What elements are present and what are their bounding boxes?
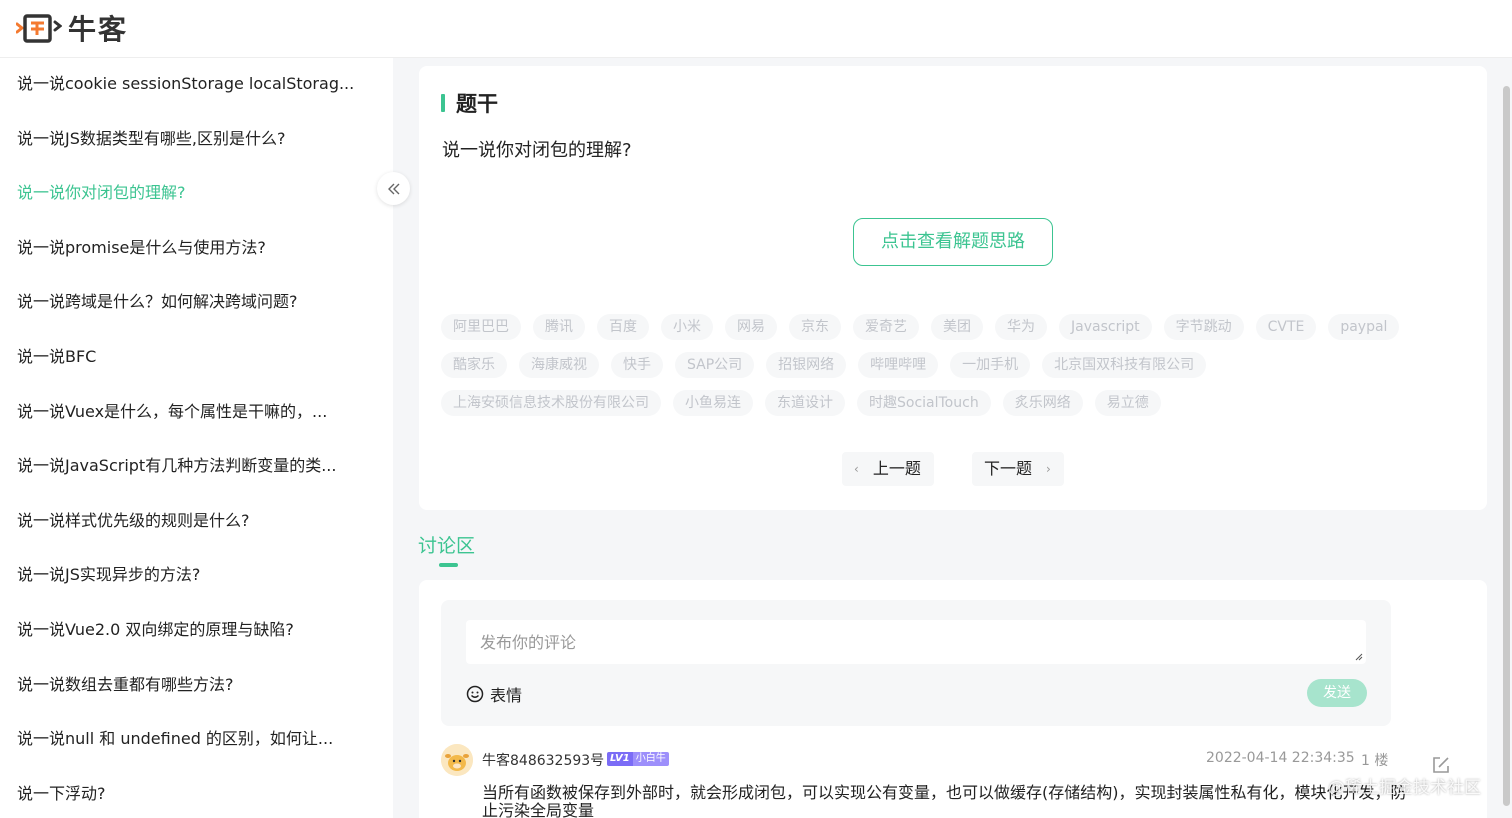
sidebar-item[interactable]: 说一说JavaScript有几种方法判断变量的类... xyxy=(17,451,362,481)
previous-question-button[interactable]: ‹ 上一题 xyxy=(842,452,934,486)
tag-row: 酷家乐 海康威视 快手 SAP公司 招银网络 哔哩哔哩 一加手机 北京国双科技有… xyxy=(441,352,1471,380)
sidebar-item[interactable]: 说一说promise是什么与使用方法? xyxy=(17,233,362,263)
brand-name: 牛客 xyxy=(68,13,129,46)
tag-row: 阿里巴巴 腾讯 百度 小米 网易 京东 爱奇艺 美团 华为 Javascript… xyxy=(441,314,1471,342)
resize-handle-icon[interactable] xyxy=(1355,653,1363,661)
sidebar-item[interactable]: 说一说数组去重都有哪些方法? xyxy=(17,670,362,700)
sidebar-item[interactable]: 说一说跨域是什么？如何解决跨域问题? xyxy=(17,287,362,317)
double-chevron-left-icon xyxy=(387,183,399,194)
previous-question-label: 上一题 xyxy=(872,459,921,478)
next-question-label: 下一题 xyxy=(984,459,1033,478)
company-tag[interactable]: 快手 xyxy=(611,352,663,378)
company-tag[interactable]: 招银网络 xyxy=(766,352,847,378)
comment-body: 当所有函数被保存到外部时，就会形成闭包，可以实现公有变量，也可以做缓存(存储结构… xyxy=(482,783,1407,818)
sidebar-item[interactable]: 说一说JS数据类型有哪些,区别是什么? xyxy=(17,124,362,154)
company-tag[interactable]: 一加手机 xyxy=(950,352,1031,378)
title-accent-bar xyxy=(441,94,445,112)
company-tag[interactable]: 腾讯 xyxy=(533,314,585,340)
company-tag[interactable]: 小鱼易连 xyxy=(673,390,753,416)
scrollbar-thumb[interactable] xyxy=(1503,86,1510,806)
company-tag[interactable]: 上海安硕信息技术股份有限公司 xyxy=(441,390,661,416)
section-title: 题干 xyxy=(441,88,498,118)
comment-editor: 表情 发送 xyxy=(441,600,1391,726)
company-tag[interactable]: CVTE xyxy=(1255,314,1317,340)
sidebar-item[interactable]: 说一说cookie sessionStorage localStorag... xyxy=(17,69,362,99)
avatar[interactable] xyxy=(441,744,473,776)
emoji-label: 表情 xyxy=(490,686,523,705)
next-question-button[interactable]: 下一题 › xyxy=(972,452,1064,486)
question-text: 说一说你对闭包的理解? xyxy=(442,140,632,161)
tag-row: 上海安硕信息技术股份有限公司 小鱼易连 东道设计 时趣SocialTouch 炙… xyxy=(441,390,1471,418)
company-tag[interactable]: 字节跳动 xyxy=(1163,314,1244,340)
sidebar-item-active[interactable]: 说一说你对闭包的理解? xyxy=(17,178,362,208)
edit-icon xyxy=(1433,757,1449,773)
smiley-icon xyxy=(466,685,484,703)
nowcoder-logo-icon xyxy=(16,14,62,43)
company-tag[interactable]: 爱奇艺 xyxy=(853,314,919,340)
company-tag[interactable]: 小米 xyxy=(661,314,713,340)
company-tag[interactable]: paypal xyxy=(1328,314,1400,340)
view-solution-button[interactable]: 点击查看解题思路 xyxy=(853,218,1053,266)
level-number: LV1 xyxy=(607,752,633,766)
discussion-tab-indicator xyxy=(439,563,458,567)
sidebar-item[interactable]: 说一说BFC xyxy=(17,342,362,372)
section-title-text: 题干 xyxy=(456,92,498,116)
comment-floor: 1 楼 xyxy=(1361,753,1389,769)
question-list-sidebar: 说一说cookie sessionStorage localStorag... … xyxy=(0,58,393,818)
top-nav-bar: 牛客 xyxy=(0,0,1512,58)
company-tag[interactable]: 百度 xyxy=(597,314,649,340)
sidebar-item[interactable]: 说一说Vue2.0 双向绑定的原理与缺陷? xyxy=(17,615,362,645)
cow-avatar-icon xyxy=(441,744,473,776)
company-tags: 阿里巴巴 腾讯 百度 小米 网易 京东 爱奇艺 美团 华为 Javascript… xyxy=(441,314,1471,428)
nowcoder-logo[interactable]: 牛客 xyxy=(16,8,128,48)
sidebar-item[interactable]: 说一说样式优先级的规则是什么? xyxy=(17,506,362,536)
sidebar-item[interactable]: 说一说null 和 undefined 的区别，如何让... xyxy=(17,724,362,754)
company-tag[interactable]: 美团 xyxy=(931,314,983,340)
company-tag[interactable]: SAP公司 xyxy=(675,352,755,378)
chevron-left-icon: ‹ xyxy=(854,462,859,476)
company-tag[interactable]: 易立德 xyxy=(1094,390,1161,416)
comment-input[interactable] xyxy=(466,620,1366,664)
sidebar-item[interactable]: 说一说Vuex是什么，每个属性是干嘛的，... xyxy=(17,397,362,427)
sidebar-item[interactable]: 说一下浮动? xyxy=(17,779,362,809)
company-tag[interactable]: 酷家乐 xyxy=(441,352,507,378)
send-button[interactable]: 发送 xyxy=(1307,679,1367,707)
company-tag[interactable]: 京东 xyxy=(789,314,841,340)
company-tag[interactable]: 时趣SocialTouch xyxy=(857,390,991,416)
watermark: @稀土掘金技术社区 xyxy=(1328,778,1481,798)
chevron-right-icon: › xyxy=(1046,462,1051,476)
collapse-sidebar-button[interactable] xyxy=(377,172,410,205)
question-card: 题干 说一说你对闭包的理解? 点击查看解题思路 阿里巴巴 腾讯 百度 小米 网易… xyxy=(419,66,1487,510)
level-badge: LV1 小白牛 xyxy=(607,752,669,766)
company-tag[interactable]: 哔哩哔哩 xyxy=(858,352,939,378)
level-name: 小白牛 xyxy=(632,752,669,766)
emoji-button[interactable]: 表情 xyxy=(466,682,522,706)
comment-username[interactable]: 牛客848632593号 xyxy=(482,750,604,770)
company-tag[interactable]: 海康威视 xyxy=(519,352,599,378)
sidebar-item[interactable]: 说一说JS实现异步的方法? xyxy=(17,560,362,590)
company-tag[interactable]: 阿里巴巴 xyxy=(441,314,521,340)
discussion-panel: 表情 发送 牛客848632593号 LV1 小白牛 2022-04-14 22… xyxy=(419,580,1487,818)
company-tag[interactable]: Javascript xyxy=(1059,314,1152,340)
company-tag[interactable]: 网易 xyxy=(725,314,777,340)
company-tag[interactable]: 华为 xyxy=(995,314,1047,340)
company-tag[interactable]: 北京国双科技有限公司 xyxy=(1042,352,1207,378)
company-tag[interactable]: 东道设计 xyxy=(765,390,845,416)
company-tag[interactable]: 炙乐网络 xyxy=(1002,390,1083,416)
discussion-tab[interactable]: 讨论区 xyxy=(418,531,475,558)
comment-timestamp: 2022-04-14 22:34:35 xyxy=(1206,750,1355,766)
